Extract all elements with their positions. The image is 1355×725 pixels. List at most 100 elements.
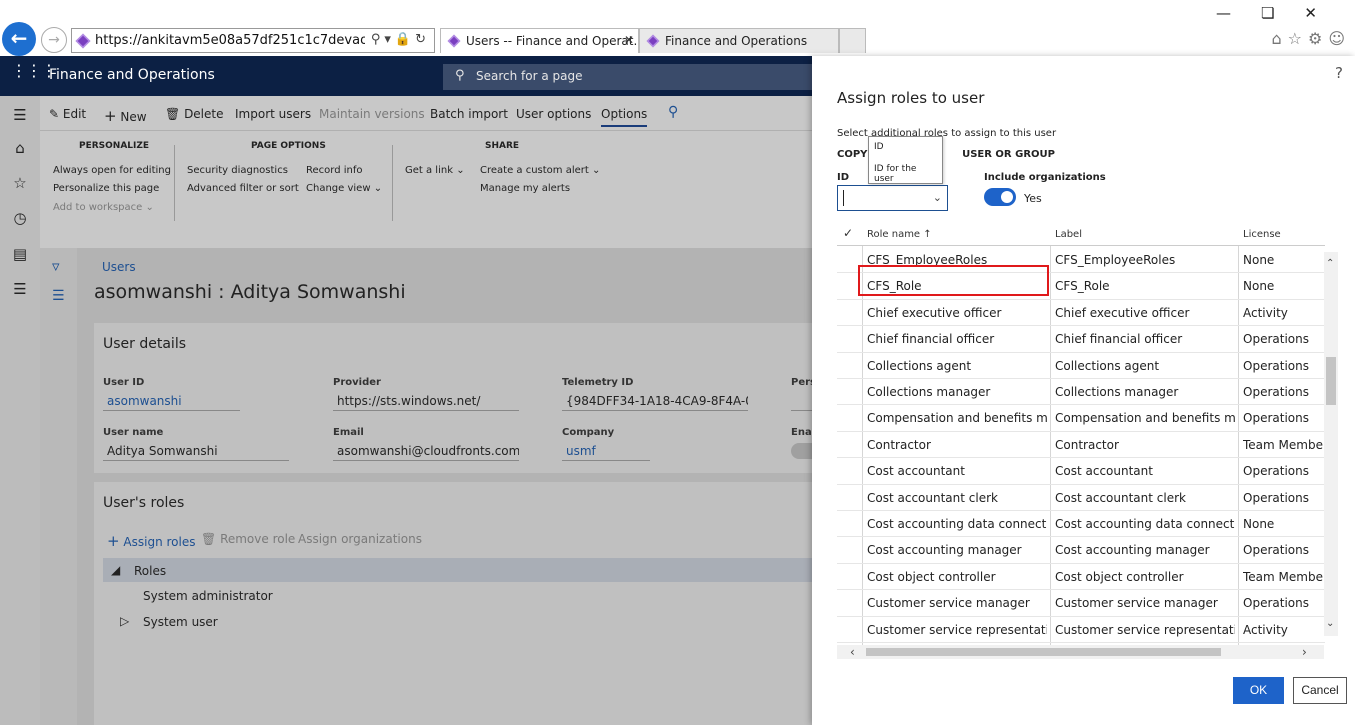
- import-users-button[interactable]: Import users: [235, 107, 311, 121]
- maintain-versions-button[interactable]: Maintain versions: [319, 107, 425, 121]
- tab-options[interactable]: Options: [601, 107, 648, 127]
- tree-node-roles[interactable]: Roles: [134, 564, 166, 578]
- filter-icon[interactable]: ▿: [52, 257, 60, 275]
- table-row[interactable]: Customer service representative Customer …: [837, 617, 1325, 643]
- add-to-workspace-button[interactable]: Add to workspace ⌄: [53, 202, 154, 213]
- scroll-right-icon[interactable]: ›: [1302, 645, 1307, 659]
- list-icon[interactable]: ☰: [52, 288, 65, 304]
- browser-tab-users[interactable]: Users -- Finance and Operat... ✕: [440, 28, 639, 53]
- assign-organizations-button[interactable]: Assign organizations: [298, 532, 422, 546]
- column-header-role-name[interactable]: Role name ↑: [867, 229, 932, 240]
- search-box[interactable]: ⚲ Search for a page: [443, 64, 812, 90]
- home-icon[interactable]: ⌂: [11, 139, 29, 157]
- assign-roles-button[interactable]: + Assign roles: [107, 532, 195, 550]
- browser-toolbar-icons[interactable]: ⌂☆⚙☺: [1271, 29, 1351, 48]
- page-title: asomwanshi : Aditya Somwanshi: [94, 281, 406, 303]
- scroll-left-icon[interactable]: ‹: [850, 645, 855, 659]
- hamburger-menu-icon[interactable]: ☰: [11, 106, 29, 124]
- select-all-check-icon[interactable]: ✓: [843, 226, 853, 240]
- vertical-scrollbar[interactable]: ⌃ ⌄: [1324, 252, 1338, 636]
- label-cell: Cost accountant clerk: [1055, 490, 1186, 505]
- security-diagnostics-button[interactable]: Security diagnostics: [187, 165, 288, 176]
- column-header-label[interactable]: Label: [1055, 229, 1082, 240]
- scroll-up-icon[interactable]: ⌃: [1326, 258, 1334, 269]
- tree-node-system-administrator[interactable]: System administrator: [143, 589, 273, 603]
- app-launcher-icon[interactable]: ⋮⋮⋮: [11, 63, 57, 79]
- enabled-toggle[interactable]: [791, 443, 812, 459]
- app-title[interactable]: Finance and Operations: [49, 67, 215, 83]
- record-info-button[interactable]: Record info: [306, 165, 362, 176]
- field-label: Company: [562, 427, 615, 438]
- back-arrow-icon[interactable]: ←: [2, 22, 36, 56]
- company-field[interactable]: usmf: [562, 441, 650, 461]
- manage-my-alerts-button[interactable]: Manage my alerts: [480, 183, 570, 194]
- persona-field[interactable]: [791, 391, 812, 411]
- user-options-button[interactable]: User options: [516, 107, 591, 121]
- personalize-page-button[interactable]: Personalize this page: [53, 183, 159, 194]
- section-header[interactable]: User details: [103, 336, 186, 352]
- ok-button[interactable]: OK: [1233, 677, 1284, 704]
- table-row[interactable]: Cost accountant clerk Cost accountant cle…: [837, 485, 1325, 511]
- role-name-cell: Cost accountant clerk: [867, 490, 998, 505]
- edit-button[interactable]: ✎ Edit: [49, 107, 86, 121]
- favorites-star-icon[interactable]: ☆: [11, 174, 29, 192]
- table-row[interactable]: Cost object controller Cost object contro…: [837, 564, 1325, 591]
- breadcrumb[interactable]: Users: [102, 260, 136, 274]
- workspaces-icon[interactable]: ▤: [11, 245, 29, 263]
- table-row[interactable]: Compensation and benefits ma... Compensat…: [837, 405, 1325, 432]
- get-a-link-button[interactable]: Get a link ⌄: [405, 165, 465, 176]
- browser-tab-finance[interactable]: Finance and Operations: [639, 28, 839, 53]
- search-icon[interactable]: ⚲: [668, 104, 678, 120]
- new-tab-button[interactable]: [839, 28, 866, 53]
- forward-arrow-icon[interactable]: →: [41, 27, 67, 53]
- recent-clock-icon[interactable]: ◷: [11, 209, 29, 227]
- scroll-down-icon[interactable]: ⌄: [1326, 618, 1334, 629]
- advanced-filter-button[interactable]: Advanced filter or sort: [187, 183, 299, 194]
- scroll-thumb[interactable]: [1326, 357, 1336, 405]
- table-row[interactable]: Customer service manager Customer service…: [837, 590, 1325, 617]
- chevron-down-icon[interactable]: ⌄: [933, 191, 942, 204]
- tree-row-selected[interactable]: [103, 558, 812, 582]
- scroll-thumb[interactable]: [866, 648, 1221, 656]
- column-header-license[interactable]: License: [1243, 229, 1281, 240]
- batch-import-button[interactable]: Batch import: [430, 107, 508, 121]
- sort-ascending-icon: ↑: [923, 229, 932, 240]
- new-button[interactable]: + New: [104, 107, 147, 125]
- delete-button[interactable]: 🗑 Delete: [165, 107, 224, 121]
- address-url[interactable]: https://ankitavm5e08a57df251c1c7devaos.c…: [95, 33, 365, 48]
- table-row[interactable]: Cost accountant Cost accountant Operations: [837, 458, 1325, 485]
- expand-triangle-icon[interactable]: ▷: [120, 614, 129, 628]
- close-tab-icon[interactable]: ✕: [624, 33, 634, 47]
- table-row[interactable]: Cost accounting manager Cost accounting m…: [837, 537, 1325, 564]
- table-row[interactable]: Collections agent Collections agent Operat…: [837, 353, 1325, 379]
- provider-field[interactable]: https://sts.windows.net/: [333, 391, 519, 411]
- help-icon[interactable]: ?: [1335, 64, 1343, 82]
- window-controls[interactable]: —❏✕: [1216, 4, 1347, 22]
- remove-role-button[interactable]: 🗑 Remove role: [201, 532, 295, 546]
- address-bar[interactable]: https://ankitavm5e08a57df251c1c7devaos.c…: [71, 28, 435, 53]
- table-row[interactable]: Chief executive officer Chief executive o…: [837, 300, 1325, 327]
- change-view-button[interactable]: Change view ⌄: [306, 183, 382, 194]
- user-name-field[interactable]: Aditya Somwanshi: [103, 441, 289, 461]
- horizontal-scrollbar[interactable]: ‹ ›: [837, 645, 1324, 659]
- include-organizations-toggle[interactable]: [984, 188, 1016, 206]
- table-row[interactable]: Cost accounting data connector... Cost ac…: [837, 511, 1325, 538]
- user-id-field[interactable]: asomwanshi: [103, 391, 240, 411]
- tooltip-text: ID for the user: [874, 164, 917, 184]
- tree-node-system-user[interactable]: System user: [143, 615, 218, 629]
- address-tools-icons[interactable]: ⚲▾🔒↻: [371, 32, 430, 47]
- id-lookup-input[interactable]: ⌄: [837, 185, 948, 211]
- table-row[interactable]: Chief financial officer Chief financial o…: [837, 326, 1325, 353]
- cancel-button[interactable]: Cancel: [1293, 677, 1347, 704]
- always-open-for-editing-button[interactable]: Always open for editing: [53, 165, 171, 176]
- modules-list-icon[interactable]: ☰: [11, 280, 29, 298]
- create-custom-alert-button[interactable]: Create a custom alert ⌄: [480, 165, 600, 176]
- telemetry-id-field[interactable]: {984DFF34-1A18-4CA9-8F4A-0F...: [562, 391, 748, 411]
- email-field[interactable]: asomwanshi@cloudfronts.com: [333, 441, 519, 461]
- table-row[interactable]: Contractor Contractor Team Members: [837, 432, 1325, 459]
- collapse-triangle-icon[interactable]: ◢: [111, 563, 120, 577]
- table-row[interactable]: Collections manager Collections manager Op…: [837, 379, 1325, 406]
- role-name-cell: Cost object controller: [867, 569, 996, 584]
- section-header[interactable]: User's roles: [103, 495, 184, 511]
- label-cell: CFS_EmployeeRoles: [1055, 253, 1176, 267]
